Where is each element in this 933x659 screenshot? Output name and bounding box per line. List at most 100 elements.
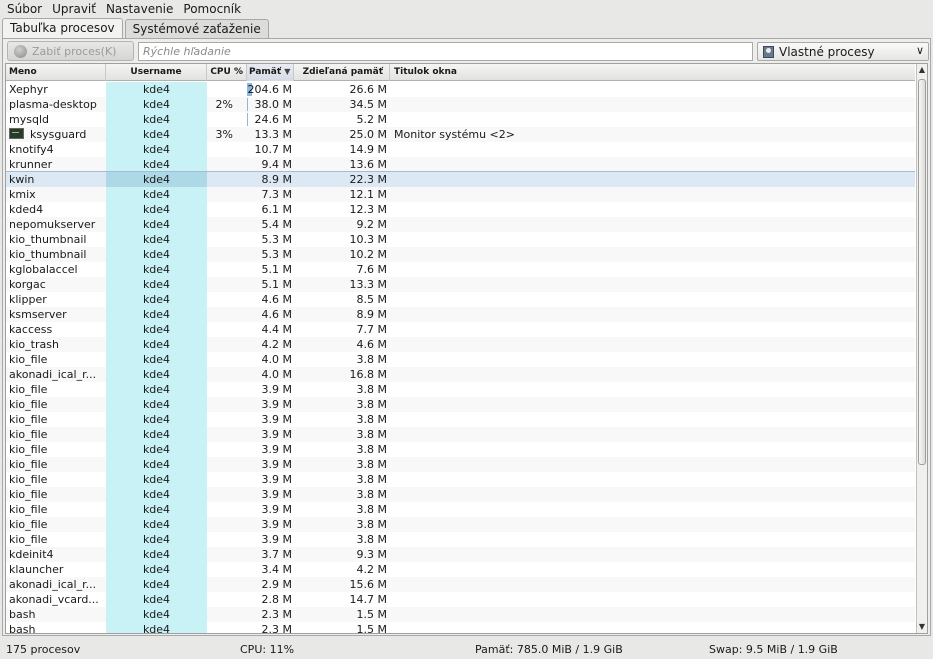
table-row[interactable]: korgac kde4 5.1 M 13.3 M <box>6 277 915 292</box>
table-row[interactable]: kio_file kde4 3.9 M 3.8 M <box>6 382 915 397</box>
vertical-scrollbar[interactable]: ▲ ▼ <box>916 64 927 633</box>
table-row[interactable]: knotify4 kde4 10.7 M 14.9 M <box>6 142 915 157</box>
process-memory: 2.3 M <box>247 622 294 633</box>
table-row[interactable]: akonadi_ical_r... kde4 2.9 M 15.6 M <box>6 577 915 592</box>
scroll-up-icon[interactable]: ▲ <box>917 65 927 75</box>
kill-process-button[interactable]: Zabiť proces(K) <box>7 41 134 61</box>
process-memory: 5.1 M <box>247 262 294 277</box>
process-cpu <box>207 382 247 397</box>
menu-help[interactable]: Pomocník <box>178 1 246 17</box>
menu-settings[interactable]: Nastavenie <box>101 1 178 17</box>
table-row[interactable]: ksmserver kde4 4.6 M 8.9 M <box>6 307 915 322</box>
table-row[interactable]: nepomukserver kde4 5.4 M 9.2 M <box>6 217 915 232</box>
table-row[interactable]: bash kde4 2.3 M 1.5 M <box>6 622 915 633</box>
process-shared-memory: 13.6 M <box>349 158 387 171</box>
process-shared-memory: 3.8 M <box>356 488 387 501</box>
table-row[interactable]: kio_file kde4 3.9 M 3.8 M <box>6 427 915 442</box>
process-username: kde4 <box>106 112 207 127</box>
table-row[interactable]: kio_thumbnail kde4 5.3 M 10.3 M <box>6 232 915 247</box>
process-name-text: kio_file <box>9 383 48 396</box>
process-name-text: kio_file <box>9 428 48 441</box>
table-row[interactable]: kwin kde4 8.9 M 22.3 M <box>6 171 915 188</box>
menu-edit[interactable]: Upraviť <box>47 1 101 17</box>
table-row[interactable]: klauncher kde4 3.4 M 4.2 M <box>6 562 915 577</box>
table-row[interactable]: kio_file kde4 3.9 M 3.8 M <box>6 397 915 412</box>
process-shared-memory: 25.0 M <box>349 128 387 141</box>
process-name: bash <box>6 607 106 622</box>
process-username: kde4 <box>106 82 207 97</box>
table-row[interactable]: mysqld kde4 24.6 M 5.2 M <box>6 112 915 127</box>
process-name-text: akonadi_vcard... <box>9 593 99 606</box>
table-row[interactable]: kio_file kde4 3.9 M 3.8 M <box>6 442 915 457</box>
process-memory-value: 24.6 M <box>254 113 292 126</box>
process-cpu <box>207 262 247 277</box>
tab-process-table[interactable]: Tabuľka procesov <box>2 18 123 39</box>
tab-system-load[interactable]: Systémové zaťaženie <box>124 19 269 39</box>
table-row[interactable]: kmix kde4 7.3 M 12.1 M <box>6 187 915 202</box>
table-row[interactable]: akonadi_vcard... kde4 2.8 M 14.7 M <box>6 592 915 607</box>
table-row[interactable]: akonadi_ical_r... kde4 4.0 M 16.8 M <box>6 367 915 382</box>
table-row[interactable]: klipper kde4 4.6 M 8.5 M <box>6 292 915 307</box>
column-header-memory[interactable]: Pamäť ▼ <box>247 64 294 81</box>
table-row[interactable]: kio_file kde4 3.9 M 3.8 M <box>6 502 915 517</box>
table-row[interactable]: kio_file kde4 3.9 M 3.8 M <box>6 517 915 532</box>
process-memory-value: 3.9 M <box>261 398 292 411</box>
table-row[interactable]: Xephyr kde4 204.6 M 26.6 M <box>6 82 915 97</box>
table-row[interactable]: kio_file kde4 3.9 M 3.8 M <box>6 472 915 487</box>
table-row[interactable]: krunner kde4 9.4 M 13.6 M <box>6 157 915 172</box>
process-window-title <box>390 337 915 352</box>
quick-search-input[interactable]: Rýchle hľadanie <box>138 42 753 61</box>
process-cpu <box>207 427 247 442</box>
process-username: kde4 <box>106 247 207 262</box>
column-header-shared-memory[interactable]: Zdieľaná pamäť <box>294 64 390 81</box>
process-memory-value: 4.6 M <box>261 308 292 321</box>
process-cpu <box>207 352 247 367</box>
scrollbar-thumb[interactable] <box>918 79 926 465</box>
process-filter-select[interactable]: Vlastné procesy ∨ <box>757 42 929 61</box>
table-row[interactable]: kio_file kde4 3.9 M 3.8 M <box>6 457 915 472</box>
table-row[interactable]: kio_file kde4 3.9 M 3.8 M <box>6 532 915 547</box>
table-row[interactable]: kio_trash kde4 4.2 M 4.6 M <box>6 337 915 352</box>
column-header-username[interactable]: Username <box>106 64 207 81</box>
process-cpu: 3% <box>215 128 233 141</box>
process-username: kde4 <box>106 457 207 472</box>
process-memory-value: 7.3 M <box>261 188 292 201</box>
table-row[interactable]: kio_file kde4 3.9 M 3.8 M <box>6 487 915 502</box>
process-username: kde4 <box>106 397 207 412</box>
column-header-window-title[interactable]: Titulok okna <box>390 64 915 81</box>
table-row[interactable]: ksysguard kde4 3% 13.3 M 25.0 M Monitor systé… <box>6 127 915 142</box>
table-row[interactable]: kio_thumbnail kde4 5.3 M 10.2 M <box>6 247 915 262</box>
process-cpu <box>207 607 247 622</box>
process-username: kde4 <box>106 277 207 292</box>
menu-file[interactable]: Súbor <box>2 1 47 17</box>
process-shared-memory: 9.2 M <box>356 218 387 231</box>
process-memory: 3.9 M <box>247 457 294 472</box>
process-window-title <box>390 577 915 592</box>
process-name-text: kio_thumbnail <box>9 248 87 261</box>
table-row[interactable]: kio_file kde4 4.0 M 3.8 M <box>6 352 915 367</box>
table-row[interactable]: kaccess kde4 4.4 M 7.7 M <box>6 322 915 337</box>
column-header-name[interactable]: Meno <box>6 64 106 81</box>
process-name: kio_file <box>6 397 106 412</box>
process-cpu <box>207 622 247 633</box>
table-row[interactable]: plasma-desktop kde4 2% 38.0 M 34.5 M <box>6 97 915 112</box>
process-cpu <box>207 247 247 262</box>
process-cpu <box>207 322 247 337</box>
process-memory-value: 9.4 M <box>261 158 292 171</box>
process-window-title <box>390 607 915 622</box>
scroll-down-icon[interactable]: ▼ <box>917 622 927 632</box>
process-cpu <box>207 292 247 307</box>
process-window-title <box>390 517 915 532</box>
process-memory-value: 8.9 M <box>261 173 292 186</box>
table-row[interactable]: kglobalaccel kde4 5.1 M 7.6 M <box>6 262 915 277</box>
process-window-title <box>390 307 915 322</box>
table-row[interactable]: kded4 kde4 6.1 M 12.3 M <box>6 202 915 217</box>
table-row[interactable]: bash kde4 2.3 M 1.5 M <box>6 607 915 622</box>
table-row[interactable]: kdeinit4 kde4 3.7 M 9.3 M <box>6 547 915 562</box>
process-window-title <box>390 622 915 633</box>
process-memory-value: 3.9 M <box>261 533 292 546</box>
table-row[interactable]: kio_file kde4 3.9 M 3.8 M <box>6 412 915 427</box>
process-username: kde4 <box>106 127 207 142</box>
process-memory: 3.4 M <box>247 562 294 577</box>
column-header-cpu[interactable]: CPU % <box>207 64 247 81</box>
